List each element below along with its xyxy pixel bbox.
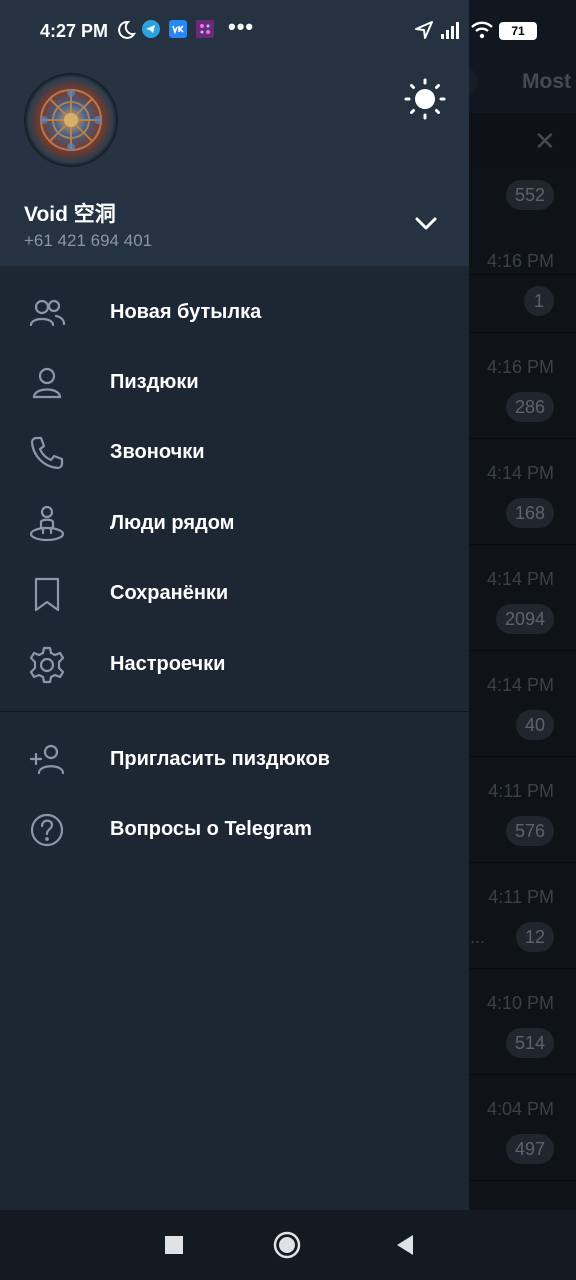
system-navigation-bar bbox=[0, 1210, 576, 1280]
telegram-notification-icon bbox=[142, 20, 160, 43]
status-bar: 4:27 PM ••• 71 bbox=[0, 0, 576, 50]
menu-item-label: Сохранёнки bbox=[110, 582, 229, 604]
theme-toggle-sun-icon[interactable] bbox=[404, 78, 446, 120]
menu-item-label: Пригласить пиздюков bbox=[110, 748, 330, 770]
calls-icon bbox=[27, 433, 67, 473]
status-time: 4:27 PM bbox=[40, 21, 109, 41]
wifi-icon bbox=[470, 20, 494, 45]
signal-icon bbox=[440, 20, 462, 45]
settings-icon bbox=[27, 645, 67, 685]
saved-messages-icon bbox=[27, 574, 67, 614]
menu-item-label: Новая бутылка bbox=[110, 301, 262, 323]
avatar[interactable] bbox=[24, 73, 118, 167]
menu-item-label: Звоночки bbox=[110, 441, 205, 463]
menu-item-saved-messages[interactable]: Сохранёнки bbox=[0, 559, 469, 629]
recents-square-icon[interactable] bbox=[159, 1230, 189, 1260]
menu-item-label: Настроечки bbox=[110, 653, 226, 675]
user-phone: +61 421 694 401 bbox=[24, 231, 153, 250]
vk-notification-icon bbox=[169, 20, 187, 43]
menu-item-new-group[interactable]: Новая бутылка bbox=[0, 278, 469, 348]
menu-item-calls[interactable]: Звоночки bbox=[0, 418, 469, 488]
menu-item-settings[interactable]: Настроечки bbox=[0, 630, 469, 700]
menu-divider bbox=[0, 711, 469, 712]
help-icon bbox=[27, 810, 67, 850]
do-not-disturb-moon-icon bbox=[116, 20, 136, 45]
more-notifications-indicator: ••• bbox=[228, 14, 255, 39]
navigation-drawer: Void 空洞 +61 421 694 401 Новая бутылка Пи… bbox=[0, 0, 469, 1210]
app-notification-icon bbox=[196, 20, 214, 43]
menu-item-people-nearby[interactable]: Люди рядом bbox=[0, 489, 469, 559]
invite-friends-icon bbox=[27, 740, 67, 780]
new-group-icon bbox=[27, 293, 67, 333]
chevron-down-icon[interactable] bbox=[410, 208, 442, 240]
back-triangle-icon[interactable] bbox=[391, 1230, 421, 1260]
people-nearby-icon bbox=[27, 504, 67, 544]
menu-item-telegram-faq[interactable]: Вопросы о Telegram bbox=[0, 795, 469, 865]
location-icon bbox=[414, 20, 434, 45]
home-circle-icon[interactable] bbox=[272, 1230, 302, 1260]
menu-item-label: Вопросы о Telegram bbox=[110, 818, 312, 840]
menu-item-contacts[interactable]: Пиздюки bbox=[0, 348, 469, 418]
menu-item-invite-friends[interactable]: Пригласить пиздюков bbox=[0, 725, 469, 795]
battery-icon: 71 bbox=[499, 22, 537, 40]
menu-item-label: Пиздюки bbox=[110, 371, 199, 393]
contacts-icon bbox=[27, 363, 67, 403]
menu-item-label: Люди рядом bbox=[110, 512, 235, 534]
user-name: Void 空洞 bbox=[24, 203, 116, 226]
